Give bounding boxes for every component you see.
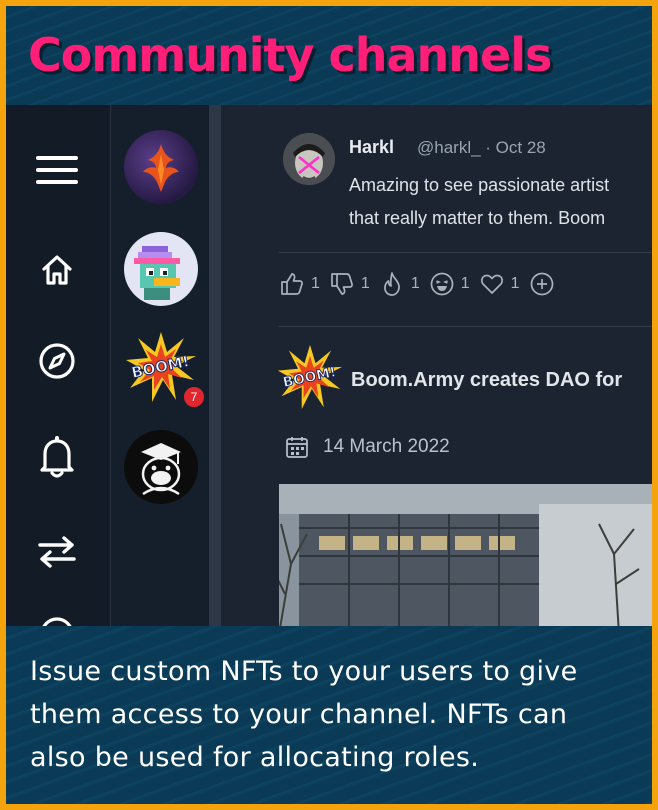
compass-icon bbox=[39, 343, 75, 379]
unread-badge: 7 bbox=[182, 385, 206, 409]
building-photo bbox=[279, 484, 652, 626]
nav-swap[interactable] bbox=[36, 531, 78, 573]
page-title: Community channels bbox=[28, 28, 552, 82]
footer-description: Issue custom NFTs to your users to give … bbox=[30, 656, 578, 773]
post-text-line-2: that really matter to them. Boom bbox=[349, 208, 606, 228]
boom-logo: BOOM! bbox=[277, 344, 343, 410]
reaction-count: 1 bbox=[311, 275, 320, 292]
pixel-bird-avatar bbox=[134, 246, 180, 300]
nav-notifications[interactable] bbox=[36, 436, 78, 478]
gorilla-avatar bbox=[141, 443, 181, 496]
reaction-count: 1 bbox=[410, 275, 420, 292]
promo-card: Community channels BOOM! 7 Harkl @harkl_… bbox=[6, 6, 652, 804]
app-screenshot: BOOM! 7 Harkl @harkl_ · Oct 28 Amazing t… bbox=[6, 105, 652, 651]
swap-icon bbox=[38, 536, 76, 568]
reaction-count: 1 bbox=[510, 275, 520, 292]
laugh-icon bbox=[430, 272, 454, 296]
thumbs-down-icon bbox=[331, 273, 353, 295]
channel-pixel-bird[interactable] bbox=[124, 232, 198, 306]
thumbs-up-icon bbox=[281, 273, 303, 295]
post2-date: 14 March 2022 bbox=[323, 436, 450, 457]
calendar-icon bbox=[286, 437, 308, 458]
heart-icon bbox=[480, 274, 503, 294]
nav-explore[interactable] bbox=[36, 340, 78, 382]
channel-list: BOOM! 7 bbox=[111, 105, 209, 626]
nav-home[interactable] bbox=[36, 249, 78, 291]
post2-image[interactable] bbox=[279, 484, 652, 626]
magic-logo bbox=[143, 144, 179, 192]
divider bbox=[279, 252, 652, 253]
feed: Harkl @harkl_ · Oct 28 Amazing to see pa… bbox=[221, 105, 652, 626]
post2-title[interactable]: Boom.Army creates DAO for bbox=[351, 369, 622, 392]
reaction-thumbs-down[interactable]: 1 bbox=[329, 271, 370, 297]
reaction-count: 1 bbox=[460, 275, 470, 292]
frame: Community channels BOOM! 7 Harkl @harkl_… bbox=[0, 0, 658, 810]
channel-gorilla[interactable] bbox=[124, 430, 198, 504]
post-text: Amazing to see passionate artist that re… bbox=[349, 169, 652, 235]
nav-rail bbox=[6, 105, 111, 651]
add-reaction-icon bbox=[530, 272, 553, 296]
post2-date-row: 14 March 2022 bbox=[285, 435, 450, 459]
reaction-laugh[interactable]: 1 bbox=[429, 271, 470, 297]
post-handle-date: @harkl_ · Oct 28 bbox=[417, 138, 546, 157]
channel-magic[interactable] bbox=[124, 130, 198, 204]
header: Community channels bbox=[6, 6, 652, 105]
add-reaction-button[interactable] bbox=[529, 271, 561, 297]
home-icon bbox=[42, 255, 72, 285]
post-text-line-1: Amazing to see passionate artist bbox=[349, 175, 610, 195]
menu-button[interactable] bbox=[36, 149, 78, 191]
bell-icon bbox=[40, 436, 74, 478]
reaction-heart[interactable]: 1 bbox=[479, 271, 520, 297]
menu-icon bbox=[36, 156, 78, 184]
reaction-thumbs-up[interactable]: 1 bbox=[279, 271, 320, 297]
post2-boom-logo[interactable]: BOOM! bbox=[276, 343, 344, 411]
scrollbar[interactable] bbox=[209, 105, 221, 626]
post-author-avatar[interactable] bbox=[283, 133, 335, 185]
author-face-avatar bbox=[283, 133, 335, 185]
fire-icon bbox=[383, 272, 400, 296]
reaction-count: 1 bbox=[360, 275, 370, 292]
footer: Issue custom NFTs to your users to give … bbox=[6, 626, 652, 804]
reaction-bar: 1 1 1 1 1 bbox=[279, 271, 570, 297]
reaction-fire[interactable]: 1 bbox=[379, 271, 420, 297]
post-author-name[interactable]: Harkl bbox=[349, 137, 394, 158]
divider bbox=[279, 326, 652, 327]
